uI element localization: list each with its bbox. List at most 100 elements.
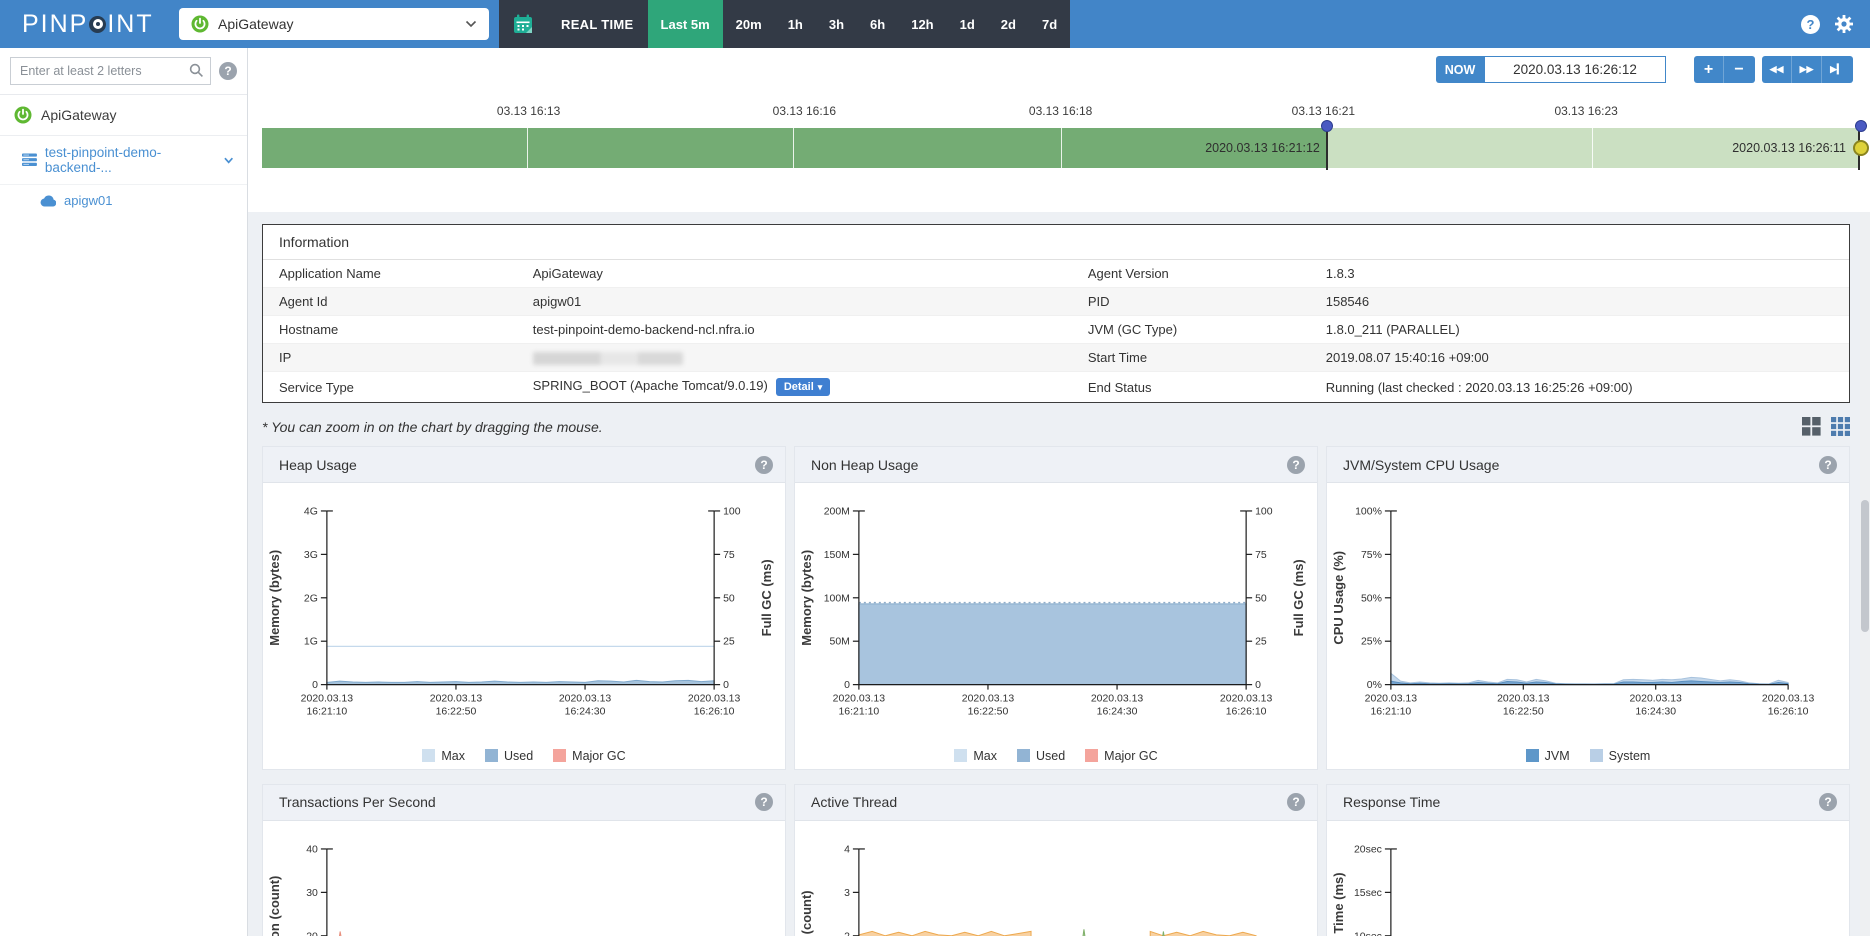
svg-text:16:21:10: 16:21:10 xyxy=(838,707,879,718)
now-button[interactable]: NOW xyxy=(1436,56,1484,83)
svg-text:2020.03.13: 2020.03.13 xyxy=(430,694,483,705)
page-scrollbar[interactable] xyxy=(1860,212,1870,936)
sidebar-application-label: ApiGateway xyxy=(41,107,117,123)
charts-grid: Heap Usage? 0 1G 2G 3G 4G 0 25 50 75 100 2020.03.1… xyxy=(262,446,1850,936)
svg-text:4: 4 xyxy=(844,844,850,855)
timeline-back-button[interactable]: ◀◀ xyxy=(1762,56,1792,83)
info-value: Running (last checked : 2020.03.13 16:25… xyxy=(1325,379,1633,395)
svg-text:3G: 3G xyxy=(304,550,318,561)
timeline-to-now-button[interactable]: ▶▎ xyxy=(1822,56,1852,83)
active-thread-plot[interactable]: 012342020.03.1316:21:102020.03.1316:22:5… xyxy=(795,827,1317,936)
chevron-down-icon[interactable] xyxy=(223,157,233,164)
active-thread-panel: Active Thread? 012342020.03.1316:21:1020… xyxy=(794,783,1318,936)
timeline-end-pin[interactable] xyxy=(1855,120,1867,132)
svg-text:0: 0 xyxy=(1255,680,1261,691)
timeline-zoom-in-button[interactable]: + xyxy=(1694,56,1724,83)
layout-3-column-icon[interactable] xyxy=(1831,417,1850,437)
range-button-2d[interactable]: 2d xyxy=(988,0,1029,48)
active-thread-chart[interactable]: 012342020.03.1316:21:102020.03.1316:22:5… xyxy=(795,821,1317,936)
timeline-end-time-label: 2020.03.13 16:26:11 xyxy=(1732,141,1846,155)
datetime-input[interactable]: 2020.03.13 16:26:12 xyxy=(1484,56,1666,83)
svg-text:20: 20 xyxy=(306,931,318,936)
chart-legend: JVM System xyxy=(1327,743,1849,769)
range-button-3h[interactable]: 3h xyxy=(816,0,857,48)
response-time-plot[interactable]: 05sec10sec15sec20sec2020.03.1316:21:1020… xyxy=(1327,827,1849,936)
chart-help-icon[interactable]: ? xyxy=(755,793,773,812)
info-row: IP Start Time 2019.08.07 15:40:16 +09:00 xyxy=(263,343,1849,373)
non-heap-usage-chart[interactable]: 0 50M 100M 150M 200M 0 25 50 75 100 2020.03.13 16:2… xyxy=(795,483,1317,743)
chart-help-icon[interactable]: ? xyxy=(1287,455,1305,474)
chart-help-icon[interactable]: ? xyxy=(1819,455,1837,474)
chart-help-icon[interactable]: ? xyxy=(755,455,773,474)
range-button-6h[interactable]: 6h xyxy=(857,0,898,48)
real-time-button[interactable]: REAL TIME xyxy=(547,0,648,48)
non-heap-usage-plot[interactable]: 0 50M 100M 150M 200M 0 25 50 75 100 2020.03.13 16:2… xyxy=(795,489,1317,741)
range-button-1d[interactable]: 1d xyxy=(947,0,988,48)
timeline-tick: 03.13 16:18 xyxy=(1028,104,1093,118)
svg-text:2020.03.13: 2020.03.13 xyxy=(1220,694,1273,705)
help-icon[interactable]: ? xyxy=(1801,14,1820,34)
detail-dropdown-button[interactable]: Detail ▾ xyxy=(775,378,831,397)
heap-usage-plot[interactable]: 0 1G 2G 3G 4G 0 25 50 75 100 2020.03.13 16:21:10 202… xyxy=(263,489,785,741)
chart-help-icon[interactable]: ? xyxy=(1819,793,1837,812)
svg-text:200M: 200M xyxy=(824,507,850,518)
range-button-12h[interactable]: 12h xyxy=(898,0,946,48)
agent-search-input[interactable] xyxy=(10,57,211,85)
timeline-selected-time-label: 2020.03.13 16:21:12 xyxy=(1205,141,1320,155)
timeline-selected-range[interactable] xyxy=(262,128,1327,168)
sidebar-item-application[interactable]: ApiGateway xyxy=(0,95,247,136)
svg-text:10sec: 10sec xyxy=(1354,931,1382,936)
redacted-ip-value xyxy=(532,352,683,366)
svg-text:Memory (bytes): Memory (bytes) xyxy=(267,550,282,646)
info-label: PID xyxy=(1071,287,1310,316)
timeline-now-dot[interactable] xyxy=(1853,140,1869,156)
info-label: Agent Version xyxy=(1071,260,1310,288)
info-value: ApiGateway xyxy=(516,260,1072,288)
sidebar-item-host[interactable]: test-pinpoint-demo-backend-... xyxy=(0,136,247,185)
info-value: 1.8.0_211 (PARALLEL) xyxy=(1309,315,1849,344)
selected-application: ApiGateway xyxy=(218,16,294,32)
chart-legend: Max Used Major GC xyxy=(263,743,785,769)
info-value: SPRING_BOOT (Apache Tomcat/9.0.19) Detail… xyxy=(517,372,1072,403)
agent-event-timeline[interactable]: 03.13 16:13 03.13 16:16 03.13 16:18 03.1… xyxy=(248,90,1870,212)
transactions-per-second-plot[interactable]: 0102030402020.03.1316:21:102020.03.1316:… xyxy=(263,827,785,936)
timeline-tick: 03.13 16:13 xyxy=(496,104,561,118)
range-button-last-5m[interactable]: Last 5m xyxy=(647,0,723,48)
timeline-forward-button[interactable]: ▶▶ xyxy=(1792,56,1822,83)
range-button-1h[interactable]: 1h xyxy=(775,0,816,48)
timeline-zoom-out-button[interactable]: − xyxy=(1724,56,1754,83)
response-time-chart[interactable]: 05sec10sec15sec20sec2020.03.1316:21:1020… xyxy=(1327,821,1849,936)
info-value: test-pinpoint-demo-backend-ncl.nfra.io xyxy=(516,315,1072,344)
svg-text:100: 100 xyxy=(723,507,741,518)
heap-usage-chart[interactable]: 0 1G 2G 3G 4G 0 25 50 75 100 2020.03.13 16:21:10 202… xyxy=(263,483,785,743)
cpu-usage-chart[interactable]: 0% 25% 50% 75% 100% 2020.03.13 16:21:10 2020.03… xyxy=(1327,483,1849,743)
scrollbar-thumb[interactable] xyxy=(1861,500,1869,632)
layout-2-column-icon[interactable] xyxy=(1802,417,1821,436)
search-icon[interactable] xyxy=(189,63,204,78)
calendar-button[interactable] xyxy=(499,0,547,48)
sidebar-item-agent[interactable]: apigw01 xyxy=(0,185,247,216)
svg-text:2020.03.13: 2020.03.13 xyxy=(1762,694,1815,705)
range-button-20m[interactable]: 20m xyxy=(723,0,775,48)
svg-text:0: 0 xyxy=(312,680,318,691)
jvm-system-cpu-usage-plot[interactable]: 0% 25% 50% 75% 100% 2020.03.13 16:21:10 2020.03… xyxy=(1327,489,1849,741)
svg-text:16:24:30: 16:24:30 xyxy=(1635,707,1676,718)
range-button-7d[interactable]: 7d xyxy=(1029,0,1070,48)
sidebar-help-icon[interactable]: ? xyxy=(219,62,237,80)
svg-text:30: 30 xyxy=(306,887,318,898)
svg-text:2020.03.13: 2020.03.13 xyxy=(1091,694,1144,705)
info-label: Application Name xyxy=(263,260,517,288)
application-selector[interactable]: ApiGateway xyxy=(179,8,489,40)
timeline-tick: 03.13 16:21 xyxy=(1291,104,1356,118)
tps-chart[interactable]: 0102030402020.03.1316:21:102020.03.1316:… xyxy=(263,821,785,936)
info-label: Service Type xyxy=(279,379,354,395)
svg-text:2: 2 xyxy=(844,931,850,936)
svg-text:50: 50 xyxy=(1255,593,1267,604)
svg-text:100M: 100M xyxy=(824,593,850,604)
svg-text:75: 75 xyxy=(723,550,735,561)
svg-text:3: 3 xyxy=(844,887,850,898)
gear-icon[interactable] xyxy=(1834,14,1854,34)
legend-item: System xyxy=(1589,749,1650,763)
chart-help-icon[interactable]: ? xyxy=(1287,793,1305,812)
timeline-bar[interactable]: 2020.03.13 16:21:12 2020.03.13 16:26:11 xyxy=(262,120,1869,170)
